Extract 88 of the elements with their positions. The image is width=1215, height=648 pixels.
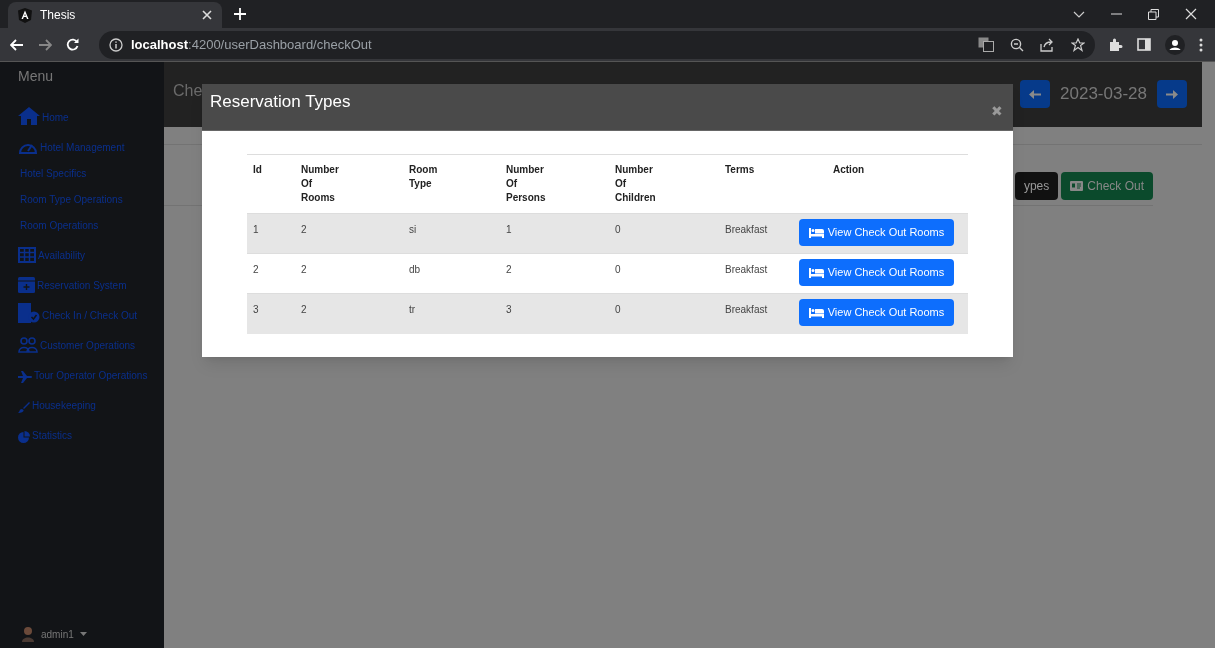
pie-chart-icon xyxy=(18,431,30,443)
sidebar-item[interactable]: Housekeeping xyxy=(32,398,96,413)
column-header: Id xyxy=(247,154,295,214)
house-icon xyxy=(18,107,40,125)
grid-icon xyxy=(18,247,36,263)
types-button[interactable]: ypes xyxy=(1014,172,1059,200)
star-icon[interactable] xyxy=(1071,37,1085,52)
close-button[interactable]: ✖ xyxy=(991,100,1003,122)
airplane-icon xyxy=(18,371,32,383)
column-header: Action xyxy=(799,154,968,214)
sidebar-item[interactable]: Availability xyxy=(38,248,86,263)
id-card-icon xyxy=(1070,181,1084,191)
table-cell: si xyxy=(403,213,500,254)
table-cell: 1 xyxy=(247,213,295,254)
sidebar-subitem[interactable]: Hotel Specifics xyxy=(20,165,87,181)
table-cell: 2 xyxy=(295,293,403,334)
sidebar-subitem[interactable]: Room Operations xyxy=(20,217,99,233)
reload-icon[interactable] xyxy=(66,38,79,51)
table-cell: 3 xyxy=(500,293,609,334)
table-cell: 2 xyxy=(295,253,403,294)
table-cell: 2 xyxy=(500,253,609,294)
tab-title: Thesis xyxy=(40,7,77,24)
users-icon xyxy=(18,337,38,353)
sidebar-item[interactable]: Customer Operations xyxy=(40,338,136,353)
column-header: Room Type xyxy=(403,154,500,214)
close-icon[interactable] xyxy=(1185,8,1197,20)
bed-icon xyxy=(808,307,824,318)
arrow-right-icon xyxy=(1166,89,1178,99)
user-name[interactable]: admin1 xyxy=(41,626,74,642)
chevron-down-icon[interactable] xyxy=(1073,10,1085,18)
current-date: 2023-03-28 xyxy=(1059,83,1148,106)
info-icon[interactable] xyxy=(109,37,123,52)
close-icon[interactable] xyxy=(202,10,212,20)
translate-icon[interactable] xyxy=(978,37,994,52)
table-cell: 0 xyxy=(609,293,719,334)
bed-icon xyxy=(808,227,824,238)
zoom-out-icon[interactable] xyxy=(1010,37,1024,52)
sidebar-subitem[interactable]: Room Type Operations xyxy=(20,191,123,207)
view-check-out-rooms-button[interactable]: View Check Out Rooms xyxy=(799,219,954,246)
logo-icon xyxy=(18,7,32,23)
table-cell: Breakfast xyxy=(719,293,799,334)
table-cell: Breakfast xyxy=(719,253,799,294)
table-cell: 0 xyxy=(609,253,719,294)
building-check-icon xyxy=(18,303,40,323)
column-header: Number Of Children xyxy=(609,154,719,214)
table-cell: Breakfast xyxy=(719,213,799,254)
table-cell: 2 xyxy=(247,253,295,294)
column-header: Number Of Persons xyxy=(500,154,609,214)
previous-date-button[interactable] xyxy=(1020,80,1051,108)
table-cell: 1 xyxy=(500,213,609,254)
more-icon[interactable] xyxy=(1199,37,1203,52)
view-check-out-rooms-button[interactable]: View Check Out Rooms xyxy=(799,259,954,286)
sidebar-item[interactable]: Tour Operator Operations xyxy=(34,368,148,383)
table-cell: 2 xyxy=(295,213,403,254)
table-cell: tr xyxy=(403,293,500,334)
calendar-plus-icon xyxy=(18,276,35,293)
restore-icon[interactable] xyxy=(1148,8,1159,20)
browser-tab[interactable]: Thesis xyxy=(8,2,222,28)
arrow-left-icon xyxy=(1029,89,1042,99)
caret-icon[interactable] xyxy=(79,632,87,636)
back-icon[interactable] xyxy=(10,38,24,51)
column-header: Terms xyxy=(719,154,799,214)
sidebar-title: Menu xyxy=(18,67,55,86)
avatar-icon xyxy=(21,626,35,642)
profile-icon[interactable] xyxy=(1165,34,1185,55)
bed-icon xyxy=(808,267,824,278)
brush-icon xyxy=(18,402,30,413)
new-tab-icon[interactable] xyxy=(234,8,246,20)
side-panel-icon[interactable] xyxy=(1137,38,1151,51)
modal-title: Reservation Types xyxy=(210,91,352,114)
sidebar-item[interactable]: Reservation System xyxy=(37,278,127,293)
address-bar[interactable]: localhost:4200/userDashboard/checkOut xyxy=(99,30,1095,59)
table-cell: db xyxy=(403,253,500,294)
table-cell: 0 xyxy=(609,213,719,254)
next-date-button[interactable] xyxy=(1157,80,1187,108)
table-cell: 3 xyxy=(247,293,295,334)
sidebar-item[interactable]: Check In / Check Out xyxy=(42,308,138,323)
column-header: Number Of Rooms xyxy=(295,154,403,214)
sidebar-item[interactable]: Home xyxy=(42,110,69,125)
check-out-button[interactable]: Check Out xyxy=(1061,172,1153,200)
view-check-out-rooms-button[interactable]: View Check Out Rooms xyxy=(799,299,954,326)
page-title: Che xyxy=(173,81,203,101)
url-text: localhost:4200/userDashboard/checkOut xyxy=(131,35,373,54)
sidebar-item[interactable]: Statistics xyxy=(32,428,72,443)
puzzle-icon[interactable] xyxy=(1109,37,1123,52)
forward-icon[interactable] xyxy=(38,38,52,51)
sidebar-item[interactable]: Hotel Management xyxy=(40,140,125,155)
share-icon[interactable] xyxy=(1040,37,1055,52)
